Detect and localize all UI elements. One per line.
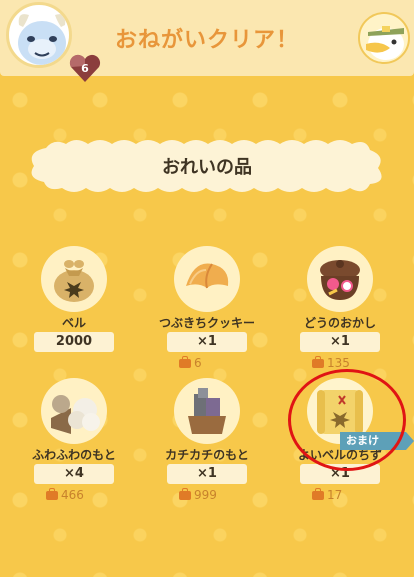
- bag-icon: [312, 356, 324, 368]
- fortune-cookie-icon: [174, 246, 240, 312]
- item-name: どうのおかし: [303, 316, 376, 330]
- owned-count: 17: [312, 488, 382, 502]
- item-quantity: ×1: [167, 332, 247, 352]
- item-name: ふわふわのもと: [32, 448, 116, 462]
- bag-icon: [179, 488, 191, 500]
- owned-count: 999: [179, 488, 249, 502]
- wool-icon: [41, 378, 107, 444]
- pelican-avatar[interactable]: [358, 12, 410, 64]
- owned-count: 466: [46, 488, 116, 502]
- owned-count: 6: [179, 356, 249, 370]
- bell-bag-icon: [41, 246, 107, 312]
- reward-item-stone[interactable]: カチカチのもと ×1 999: [157, 378, 277, 518]
- heart-count: 6: [81, 62, 89, 75]
- reward-item-candy-pot[interactable]: どうのおかし ×1 135: [290, 246, 410, 386]
- item-quantity: ×1: [167, 464, 247, 484]
- candy-pot-icon: [307, 246, 373, 312]
- bag-icon: [312, 488, 324, 500]
- bag-icon: [179, 356, 191, 368]
- reward-item-fortune-cookie[interactable]: つぶきちクッキー ×1 6: [157, 246, 277, 386]
- bag-icon: [46, 488, 58, 500]
- item-quantity: ×1: [300, 332, 380, 352]
- item-quantity: ×4: [34, 464, 114, 484]
- reward-item-bells[interactable]: ベル 2000: [24, 246, 144, 386]
- stone-icon: [174, 378, 240, 444]
- item-quantity: 2000: [34, 332, 114, 352]
- reward-item-wool[interactable]: ふわふわのもと ×4 466: [24, 378, 144, 518]
- highlight-circle: [288, 369, 406, 471]
- owned-count: 135: [312, 356, 382, 370]
- reward-banner-title: おれいの品: [162, 157, 252, 178]
- villager-avatar: [6, 2, 72, 68]
- item-name: カチカチのもと: [165, 448, 249, 462]
- item-name: つぶきちクッキー: [158, 316, 255, 330]
- item-name: ベル: [61, 316, 86, 330]
